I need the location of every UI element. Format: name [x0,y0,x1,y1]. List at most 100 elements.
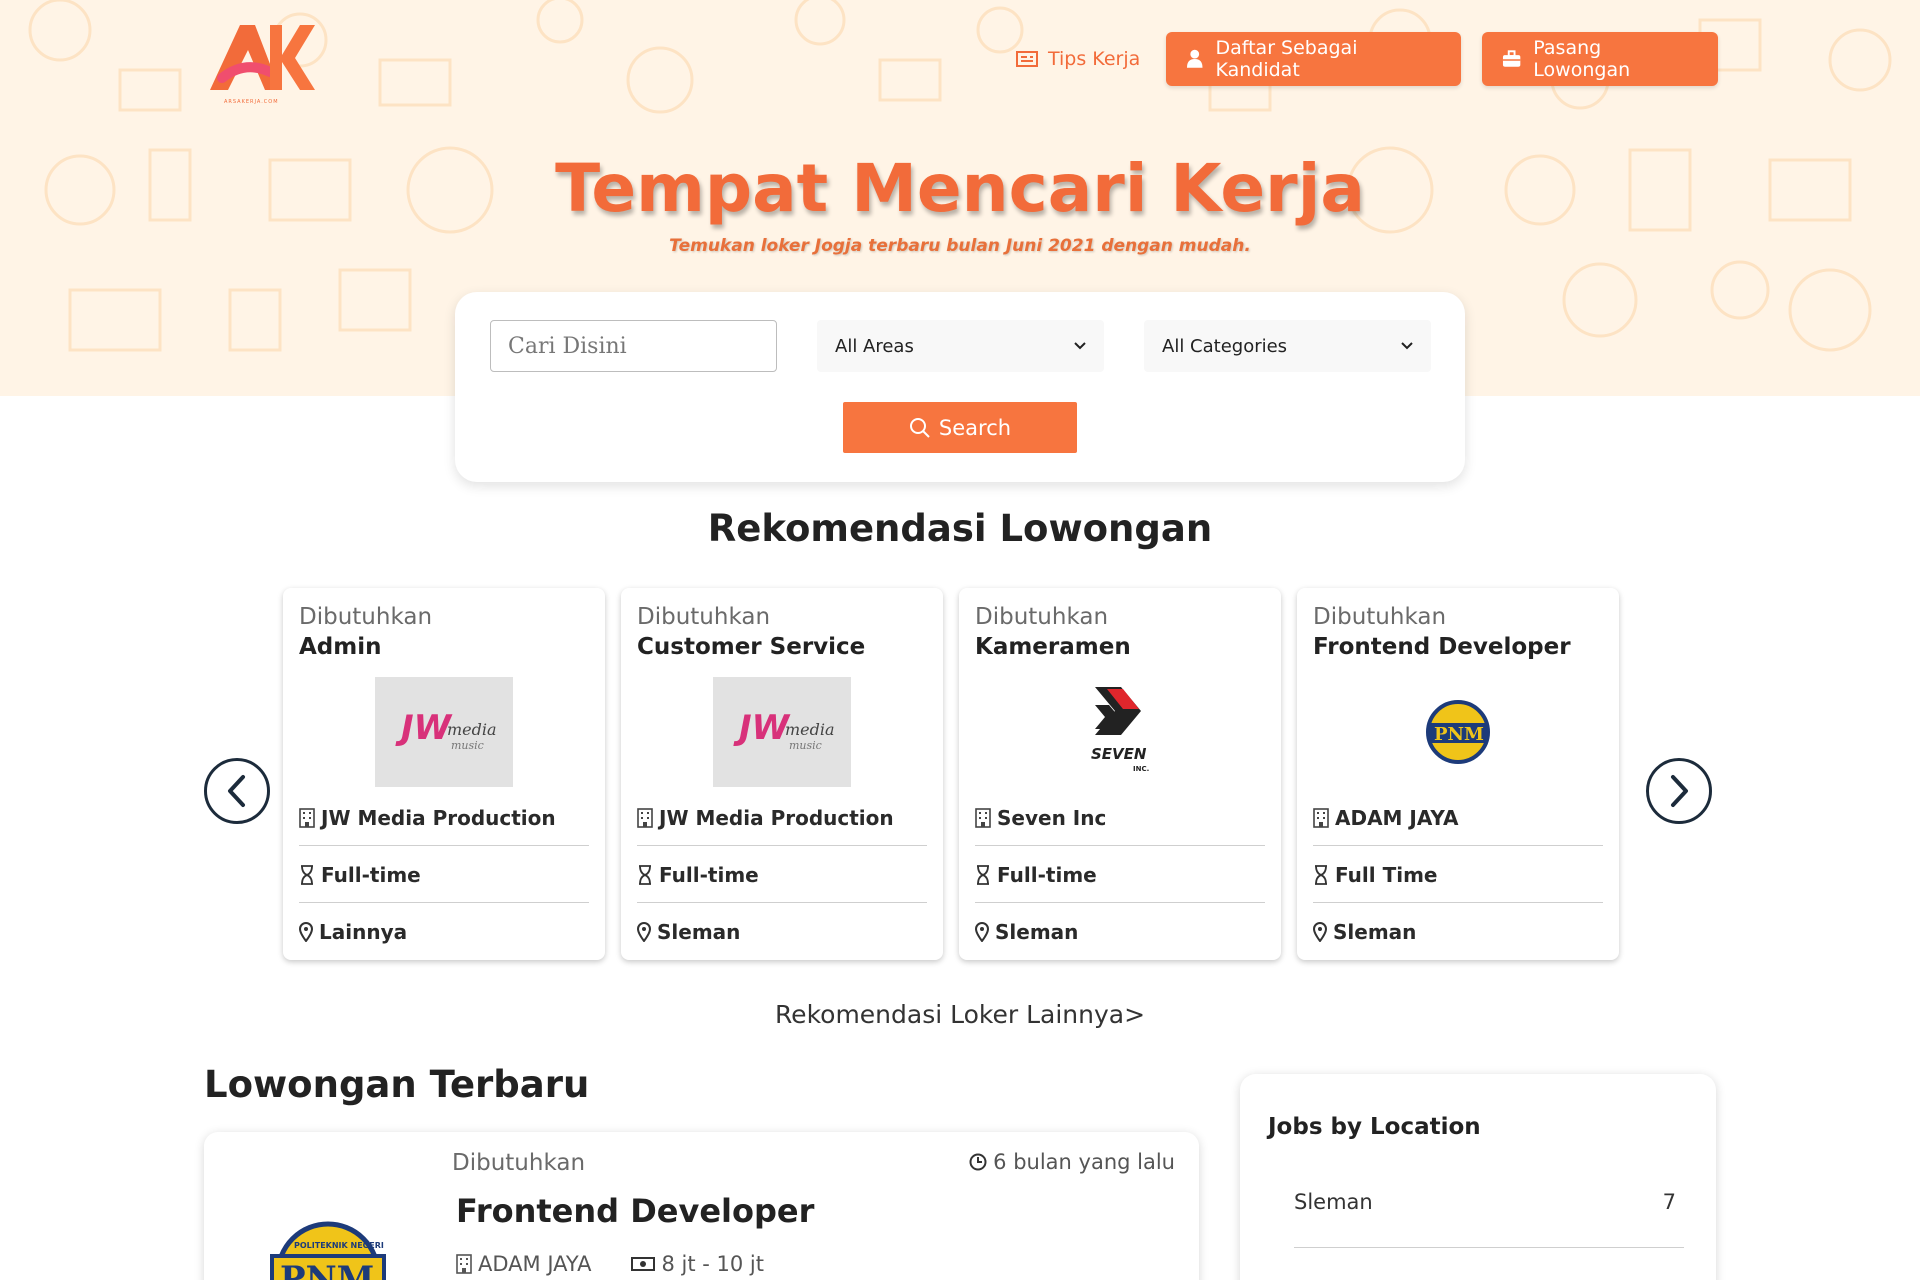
latest-job-position: Frontend Developer [456,1192,815,1230]
job-card[interactable]: Dibutuhkan Kameramen SEVEN INC. Seven In… [959,588,1281,960]
job-card-company: ADAM JAYA [1313,790,1603,846]
pasang-lowongan-label: Pasang Lowongan [1533,37,1631,81]
job-card[interactable]: Dibutuhkan Frontend Developer PNM ADAM J… [1297,588,1619,960]
chevron-left-icon [228,775,245,807]
job-card-label: Dibutuhkan [1313,604,1447,630]
hourglass-icon [301,864,313,885]
logo-tagline: ARSAKERJA.COM [224,99,279,105]
hourglass-icon [977,864,989,885]
job-card-type: Full Time [1313,847,1603,903]
newspaper-icon [1016,51,1038,67]
job-type: Full Time [1335,862,1438,887]
map-marker-icon [1313,922,1327,942]
hourglass-icon [639,864,651,885]
job-location: Sleman [1333,920,1417,944]
location-item[interactable]: Sleman 7 [1294,1182,1684,1248]
jw-logo-text: JW [733,708,791,748]
daftar-kandidat-label: Daftar Sebagai Kandidat [1215,37,1358,81]
seven-logo-inc: INC. [1133,765,1149,773]
search-panel: All Areas All Categories Search [455,292,1465,482]
job-card-type: Full-time [637,847,927,903]
location-count: 7 [1662,1190,1676,1214]
job-card[interactable]: Dibutuhkan Customer Service JW media mus… [621,588,943,960]
areas-select-value: All Areas [835,335,914,357]
jobs-by-location-title: Jobs by Location [1268,1114,1481,1140]
seven-logo-text: SEVEN [1091,745,1147,763]
company-name: Seven Inc [997,805,1107,830]
nav-tips-label: Tips Kerja [1048,48,1141,70]
rekomendasi-title: Rekomendasi Lowongan [707,507,1213,550]
building-icon [637,807,653,828]
job-type: Full-time [659,862,759,887]
job-type: Full-time [997,862,1097,887]
posted-time-text: 6 bulan yang lalu [993,1150,1175,1174]
job-card-type: Full-time [975,847,1265,903]
job-card-position: Kameramen [975,634,1131,660]
search-input[interactable] [490,320,777,372]
job-card-label: Dibutuhkan [637,604,771,630]
clock-icon [969,1153,987,1171]
job-card-company: Seven Inc [975,790,1265,846]
job-card-location: Lainnya [299,904,589,960]
chevron-down-icon [1074,342,1086,350]
job-card-position: Frontend Developer [1313,634,1571,660]
jw-logo-music: music [789,739,822,752]
chevron-down-icon [1401,342,1413,350]
job-card-position: Admin [299,634,382,660]
areas-select[interactable]: All Areas [817,320,1104,372]
hourglass-icon [1315,864,1327,885]
building-icon [975,807,991,828]
lowongan-terbaru-title: Lowongan Terbaru [204,1063,590,1106]
jw-media-logo: JW media music [713,677,851,787]
daftar-kandidat-button[interactable]: Daftar Sebagai Kandidat [1166,32,1461,86]
company-name: ADAM JAYA [1335,805,1459,830]
job-card-position: Customer Service [637,634,866,660]
arsakerja-logo[interactable] [200,10,320,110]
carousel-next-button[interactable] [1646,758,1712,824]
pnm-logo: PNM POLITEKNIK NEGERI [270,1221,386,1280]
user-icon [1186,49,1203,68]
pasang-lowongan-button[interactable]: Pasang Lowongan [1482,32,1718,86]
carousel-prev-button[interactable] [204,758,270,824]
search-icon [909,417,930,438]
job-card-label: Dibutuhkan [975,604,1109,630]
job-location: Sleman [657,920,741,944]
nav-tips-kerja[interactable]: Tips Kerja [1016,44,1140,74]
job-card-location: Sleman [637,904,927,960]
money-icon [631,1257,656,1271]
latest-job-meta: ADAM JAYA 8 jt - 10 jt [456,1252,764,1276]
pnm-logo-text: PNM [1434,724,1484,745]
building-icon [456,1254,472,1274]
building-icon [1313,807,1329,828]
search-button-label: Search [938,415,1012,440]
latest-job-company: ADAM JAYA [456,1252,591,1276]
categories-select-value: All Categories [1162,335,1288,357]
jw-logo-media: media [447,720,497,739]
job-card-type: Full-time [299,847,589,903]
jobs-by-location-panel: Jobs by Location Sleman 7 [1240,1074,1716,1280]
rekomendasi-more-link[interactable]: Rekomendasi Loker Lainnya> [0,1000,1920,1029]
pnm-logo-text: PNM [280,1259,374,1280]
latest-job-salary: 8 jt - 10 jt [631,1252,764,1276]
jw-logo-music: music [451,739,484,752]
posted-time: 6 bulan yang lalu [969,1150,1175,1174]
map-marker-icon [637,922,651,942]
latest-job-card[interactable]: PNM POLITEKNIK NEGERI Dibutuhkan 6 bulan… [204,1132,1199,1280]
job-card[interactable]: Dibutuhkan Admin JW media music JW Media… [283,588,605,960]
company-name: JW Media Production [321,805,556,830]
jw-logo-media: media [785,720,835,739]
categories-select[interactable]: All Categories [1144,320,1431,372]
latest-job-label: Dibutuhkan [452,1150,586,1176]
pnm-logo-top-text: POLITEKNIK NEGERI [294,1241,384,1250]
job-card-location: Sleman [975,904,1265,960]
pnm-logo: PNM [1426,700,1490,764]
job-card-label: Dibutuhkan [299,604,433,630]
salary-range: 8 jt - 10 jt [661,1252,764,1276]
briefcase-icon [1502,50,1521,67]
map-marker-icon [975,922,989,942]
jw-logo-text: JW [395,708,453,748]
search-button[interactable]: Search [843,402,1077,453]
company-name: ADAM JAYA [478,1252,592,1276]
job-type: Full-time [321,862,421,887]
job-card-company: JW Media Production [637,790,927,846]
